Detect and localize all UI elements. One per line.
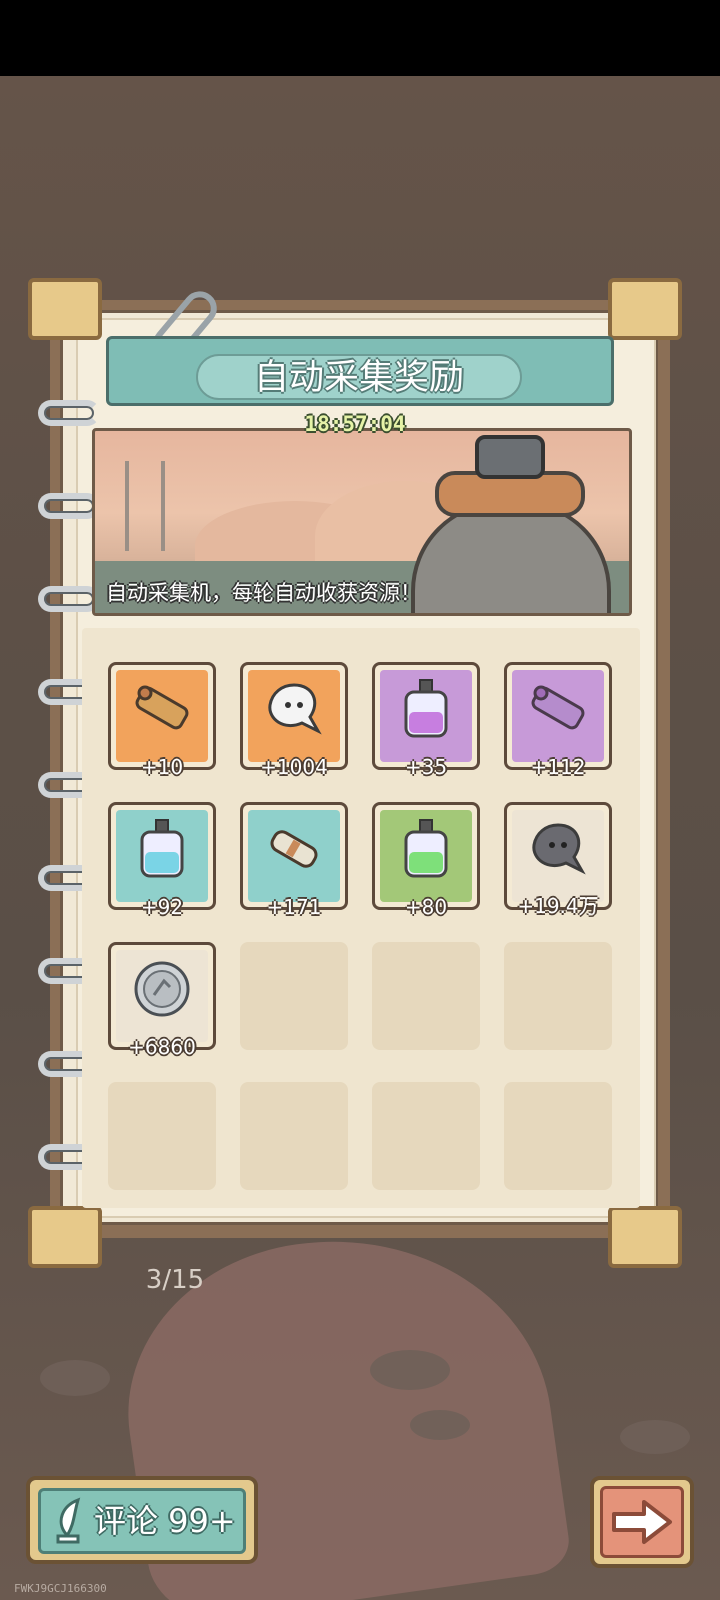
green-potion-icon xyxy=(396,816,456,886)
reward-quantity: +6860 xyxy=(128,1035,196,1059)
blue-potion-icon xyxy=(132,816,192,886)
rock xyxy=(370,1350,450,1390)
reward-item[interactable]: +35 xyxy=(372,662,480,779)
machine-cap xyxy=(475,435,545,479)
rock xyxy=(40,1360,110,1396)
corner-bracket xyxy=(608,1206,682,1268)
corner-bracket xyxy=(28,1206,102,1268)
reward-quantity: +171 xyxy=(266,895,322,919)
scene-caption: 自动采集机，每轮自动收获资源！ xyxy=(106,581,421,605)
corner-bracket xyxy=(28,278,102,340)
binder-ring xyxy=(38,400,100,426)
gray-blob-icon xyxy=(526,819,590,883)
binder-ring xyxy=(38,493,100,519)
empty-slot xyxy=(504,1082,612,1190)
reward-quantity: +92 xyxy=(140,895,184,919)
reward-quantity: +1004 xyxy=(260,755,328,779)
rock xyxy=(410,1410,470,1440)
empty-slot xyxy=(372,942,480,1050)
empty-slot xyxy=(240,942,348,1050)
arrow-right-icon xyxy=(612,1500,672,1544)
reward-item[interactable]: +1004 xyxy=(240,662,348,779)
oil-derrick-icon xyxy=(125,461,165,551)
reward-quantity: +112 xyxy=(530,755,586,779)
corner-bracket xyxy=(608,278,682,340)
reward-item[interactable]: +6860 xyxy=(108,942,216,1059)
purple-cannon-icon xyxy=(523,679,593,743)
status-bar xyxy=(0,0,720,76)
reward-quantity: +35 xyxy=(404,755,448,779)
reward-quantity: +10 xyxy=(140,755,184,779)
quill-icon xyxy=(56,1497,81,1544)
scroll-icon xyxy=(259,819,329,883)
reward-item[interactable]: +10 xyxy=(108,662,216,779)
empty-slot xyxy=(240,1082,348,1190)
reward-item[interactable]: +92 xyxy=(108,802,216,919)
scroll-cannon-icon xyxy=(127,679,197,743)
reward-item[interactable]: +171 xyxy=(240,802,348,919)
page-title: 自动采集奖励 xyxy=(253,358,464,398)
comment-label: 评论 99+ xyxy=(94,1502,236,1540)
empty-slot xyxy=(504,942,612,1050)
countdown-timer: 18:57:04 xyxy=(304,412,406,436)
silver-coin-icon xyxy=(130,957,194,1025)
watermark: FWKJ9GCJ166300 xyxy=(14,1582,107,1595)
reward-item[interactable]: +80 xyxy=(372,802,480,919)
reward-item[interactable]: +19.4万 xyxy=(504,802,612,918)
rock xyxy=(620,1420,690,1454)
reward-quantity: +80 xyxy=(404,895,448,919)
reward-quantity: +19.4万 xyxy=(517,894,599,918)
white-blob-icon xyxy=(262,679,326,743)
purple-potion-icon xyxy=(396,676,456,746)
page-indicator: 3/15 xyxy=(145,1265,205,1295)
empty-slot xyxy=(372,1082,480,1190)
reward-item[interactable]: +112 xyxy=(504,662,612,779)
binder-ring xyxy=(38,586,100,612)
empty-slot xyxy=(108,1082,216,1190)
